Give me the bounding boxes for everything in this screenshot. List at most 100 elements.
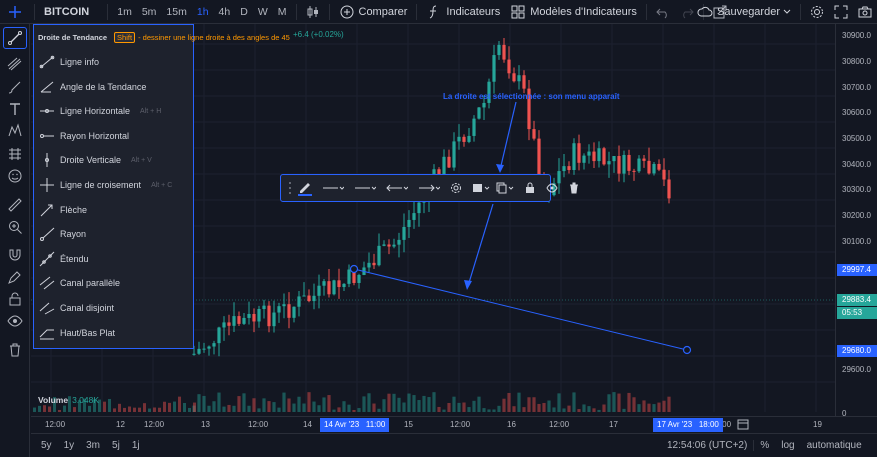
price-axis[interactable]: 30900.0 30800.0 30700.0 30600.0 30500.0 30400… [835, 24, 877, 418]
remove-drawings-tool[interactable] [3, 339, 27, 361]
fib-icon [7, 57, 22, 71]
menu-item-canal-disjoint[interactable]: Canal disjoint [36, 297, 191, 319]
template-button[interactable] [469, 177, 493, 199]
fullscreen-button[interactable] [829, 0, 853, 24]
icon-tool[interactable] [3, 165, 27, 187]
volume-bar [188, 407, 191, 412]
menu-item-droite-verticale[interactable]: Droite Verticale Alt + V [36, 149, 191, 171]
menu-item-ligne-de-croisement[interactable]: Ligne de croisement Alt + C [36, 174, 191, 196]
gear-icon [811, 6, 823, 18]
candle-body [502, 44, 506, 60]
line-style-button[interactable] [351, 177, 379, 199]
menu-item-rayon-horizontal[interactable]: Rayon Horizontal [36, 125, 191, 147]
plus-icon [9, 5, 21, 18]
menu-item-canal-parall-le[interactable]: Canal parallèle [36, 272, 191, 294]
volume-bar [502, 398, 506, 412]
range-5j[interactable]: 5j [106, 440, 126, 451]
clock[interactable]: 12:54:06 (UTC+2) [661, 440, 753, 451]
measure-tool[interactable] [3, 194, 27, 216]
menu-item-haut-bas-plat[interactable]: Haut/Bas Plat [36, 322, 191, 344]
menu-item-ligne-horizontale[interactable]: Ligne Horizontale Alt + H [36, 100, 191, 122]
time-axis[interactable]: 12:001212:001312:00141512:001612:001712:… [31, 416, 877, 432]
fib-tool[interactable] [3, 53, 27, 75]
menu-item-ligne-info[interactable]: Ligne info [36, 51, 191, 73]
range-3m[interactable]: 3m [80, 440, 106, 451]
text-tool[interactable] [3, 98, 27, 120]
brush-tool[interactable] [3, 76, 27, 98]
menu-item--tendu[interactable]: Étendu [36, 248, 191, 270]
trend-line-anchor-end[interactable] [682, 345, 692, 355]
drag-handle[interactable] [285, 177, 295, 199]
stay-drawing-tool[interactable] [3, 266, 27, 288]
timeframe-M[interactable]: M [273, 6, 292, 18]
templates-button[interactable]: Modèles d'Indicateurs [505, 0, 642, 24]
menu-item-fl-che[interactable]: Flèche [36, 199, 191, 221]
magnet-tool[interactable] [3, 244, 27, 266]
volume-bar [43, 405, 46, 412]
timeframe-W[interactable]: W [253, 6, 273, 18]
indicators-button[interactable]: Indicateurs [421, 0, 505, 24]
symbol-search[interactable]: BITCOIN [39, 0, 103, 24]
timeframe-5m[interactable]: 5m [137, 6, 162, 18]
volume-bar [607, 394, 611, 412]
price-label: 30400.0 [842, 160, 871, 169]
range-5y[interactable]: 5y [35, 440, 58, 451]
zoom-tool[interactable] [3, 216, 27, 238]
percent-toggle[interactable]: % [753, 440, 775, 451]
camera-button[interactable] [853, 0, 877, 24]
scroll-to-date-button[interactable] [737, 418, 749, 433]
chart-type-button[interactable] [301, 0, 325, 24]
settings-button[interactable] [447, 177, 465, 199]
pattern-tool[interactable] [3, 120, 27, 142]
left-end-button[interactable] [383, 177, 411, 199]
delete-button[interactable] [565, 177, 583, 199]
trend-line-anchor-start[interactable] [349, 264, 359, 274]
price-countdown: 05:53 [837, 307, 877, 319]
hide-drawings-tool[interactable] [3, 310, 27, 332]
price-label: 30100.0 [842, 237, 871, 246]
bottom-toolbar: 5y 1y 3m 5j 1j 12:54:06 (UTC+2) % log automa… [31, 433, 877, 457]
volume-bar [402, 402, 406, 412]
save-button[interactable]: Sauvegarder [692, 0, 796, 24]
undo-button[interactable] [651, 0, 675, 24]
flat-top-bottom-icon [38, 325, 56, 341]
volume-bar [592, 408, 596, 412]
right-end-button[interactable] [415, 177, 443, 199]
clone-button[interactable] [493, 177, 517, 199]
lock-button[interactable] [521, 177, 539, 199]
menu-item-angle-de-la-tendance[interactable]: Angle de la Tendance [36, 76, 191, 98]
compare-button[interactable]: Comparer [334, 0, 413, 24]
volume-bar [212, 401, 216, 412]
range-1j[interactable]: 1j [126, 440, 146, 451]
time-label: 12:00 [248, 420, 269, 429]
timeframe-4h[interactable]: 4h [214, 6, 236, 18]
volume-bar [412, 395, 416, 412]
lock-drawings-tool[interactable] [3, 288, 27, 310]
volume-bar [262, 398, 266, 412]
hide-button[interactable] [543, 177, 561, 199]
timeframe-D[interactable]: D [235, 6, 253, 18]
candle-body [207, 346, 211, 349]
prediction-tool[interactable] [3, 143, 27, 165]
volume-bar [222, 406, 226, 412]
volume-bar [317, 405, 321, 412]
trend-line-tool[interactable] [3, 27, 27, 49]
auto-toggle[interactable]: automatique [801, 440, 868, 451]
range-1y[interactable]: 1y [58, 440, 81, 451]
line-width-button[interactable] [319, 177, 347, 199]
candle-body [287, 304, 291, 318]
line-color-button[interactable] [295, 177, 315, 199]
timeframe-1m[interactable]: 1m [112, 6, 137, 18]
trend-line[interactable] [353, 268, 688, 351]
settings-button[interactable] [805, 0, 829, 24]
menu-item-rayon[interactable]: Rayon [36, 223, 191, 245]
log-toggle[interactable]: log [775, 440, 800, 451]
timeframe-group: 1m 5m 15m 1h 4h D W M [112, 6, 291, 18]
ray-icon [38, 226, 56, 242]
candle-body [257, 309, 261, 322]
menu-button[interactable] [0, 0, 30, 24]
timeframe-1h[interactable]: 1h [192, 6, 214, 18]
volume-bar [372, 403, 376, 412]
timeframe-15m[interactable]: 15m [161, 6, 191, 18]
smiley-icon [8, 169, 22, 183]
